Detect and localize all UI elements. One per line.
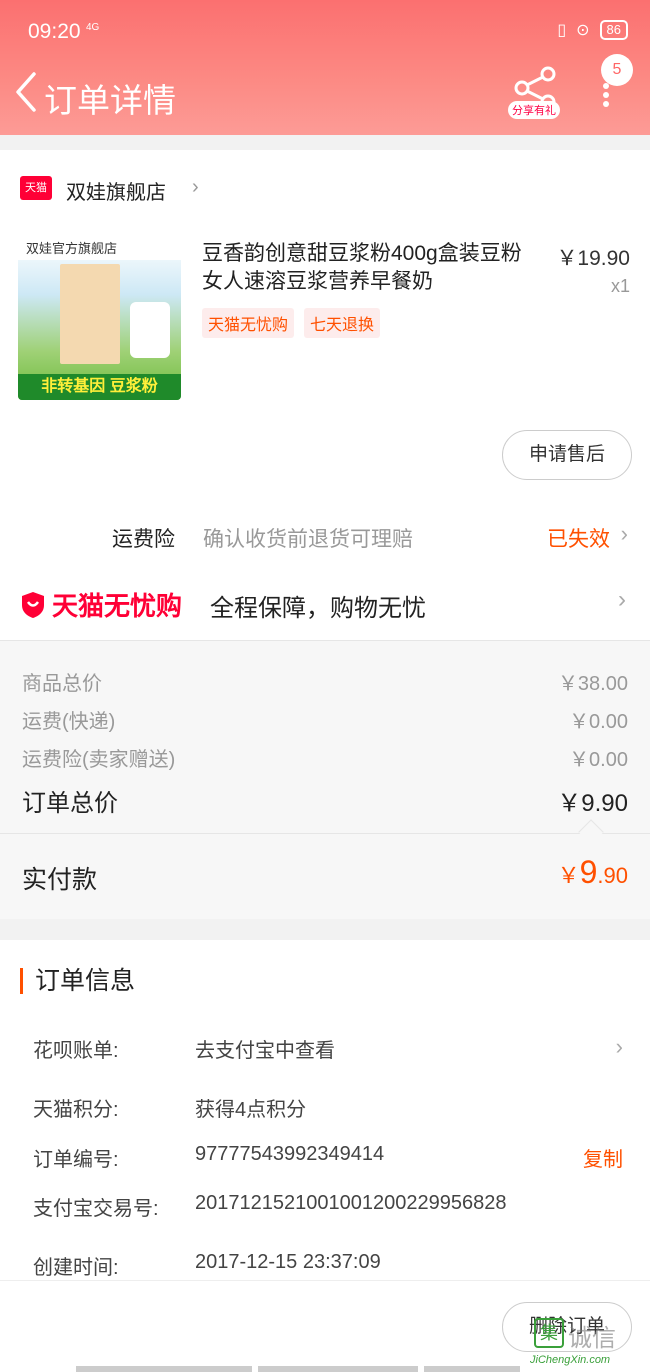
info-label: 支付宝交易号:: [33, 1198, 159, 1220]
order-total-label: 订单总价: [22, 790, 118, 817]
info-value[interactable]: 去支付宝中查看: [195, 1034, 335, 1063]
watermark-text: 诚信: [568, 1325, 616, 1352]
watermark-logo: 集: [534, 1318, 564, 1348]
chevron-right-icon[interactable]: ›: [621, 521, 628, 547]
product-price: ￥19.90: [556, 247, 630, 270]
paid-currency: ￥: [557, 863, 580, 888]
order-total-value: ￥9.90: [557, 790, 628, 817]
product-card: 天猫 双娃旗舰店 › 双娃官方旗舰店 非转基因 豆浆粉 豆香韵创意甜豆浆粉400…: [0, 150, 650, 640]
info-value: 97777543992349414: [195, 1143, 385, 1165]
battery-indicator: 86: [599, 20, 628, 40]
app-header: 09:20 4G ▯ ⊙ 86 订单详情 分享有礼 5: [0, 0, 650, 135]
order-info-title: 订单信息: [20, 968, 135, 994]
summary-row: 商品总价 ￥38.00: [22, 667, 628, 696]
shop-name[interactable]: 双娃旗舰店: [66, 176, 166, 205]
nav-hint-bar: [424, 1366, 520, 1372]
paid-integer: 9: [579, 854, 598, 890]
summary-label: 商品总价: [22, 673, 102, 695]
info-label: 花呗账单:: [33, 1040, 119, 1062]
product-image-header: 双娃官方旗舰店: [18, 238, 181, 260]
price-summary: 商品总价 ￥38.00 运费(快递) ￥0.00 运费险(卖家赠送) ￥0.00…: [0, 640, 650, 919]
back-arrow-icon[interactable]: [12, 70, 42, 114]
shipping-insurance-status[interactable]: 已失效: [547, 523, 610, 553]
nav-hint-bar: [258, 1366, 418, 1372]
product-cup-graphic: [130, 302, 170, 358]
paid-value: ￥9.90: [558, 854, 628, 891]
product-tags: 天猫无忧购 七天退换: [202, 308, 381, 338]
page-title: 订单详情: [44, 82, 176, 119]
watermark-url: JiChengXin.com: [530, 1354, 611, 1366]
copy-button[interactable]: 复制: [583, 1143, 623, 1172]
product-quantity: x1: [610, 276, 630, 296]
chevron-right-icon[interactable]: ›: [192, 176, 199, 199]
order-info-card: 订单信息 花呗账单: 去支付宝中查看 › 天猫积分: 获得4点积分 订单编号: …: [0, 940, 650, 1280]
summary-value: ￥0.00: [569, 749, 628, 771]
status-time: 09:20: [28, 20, 81, 43]
vibrate-icon: ▯: [557, 22, 567, 39]
paid-row: 实付款 ￥9.90: [0, 834, 650, 919]
product-title[interactable]: 豆香韵创意甜豆浆粉400g盒装豆粉女人速溶豆浆营养早餐奶: [202, 240, 532, 296]
nav-hint-bar: [76, 1366, 252, 1372]
worry-free-logo[interactable]: 天猫无忧购: [20, 586, 182, 623]
product-image[interactable]: 双娃官方旗舰店 非转基因 豆浆粉: [18, 238, 181, 400]
info-label: 天猫积分:: [33, 1099, 119, 1121]
worry-free-logo-text: 天猫无忧购: [52, 591, 183, 621]
summary-value: ￥38.00: [557, 673, 628, 695]
paid-decimal: .90: [597, 863, 628, 888]
info-value: 2017121521001001200229956828: [195, 1192, 507, 1214]
tmall-shop-icon: 天猫: [20, 176, 52, 200]
message-badge: 5: [601, 54, 633, 86]
share-label[interactable]: 分享有礼: [508, 101, 560, 119]
chevron-right-icon[interactable]: ›: [616, 1034, 623, 1060]
tag-worry-free: 天猫无忧购: [202, 308, 295, 338]
chevron-right-icon[interactable]: ›: [618, 586, 626, 614]
tag-seven-day-return: 七天退换: [304, 308, 381, 338]
paid-label: 实付款: [22, 866, 98, 894]
product-image-footer: 非转基因 豆浆粉: [18, 374, 181, 400]
lock-icon: ⊙: [576, 22, 590, 39]
product-box-graphic: [60, 264, 120, 364]
info-value: 获得4点积分: [195, 1099, 307, 1121]
summary-row: 运费(快递) ￥0.00: [22, 705, 628, 734]
shield-icon: [22, 591, 44, 618]
order-total-row: 订单总价 ￥9.90: [22, 783, 628, 818]
status-icons: ▯ ⊙ 86: [557, 20, 628, 40]
shipping-insurance-desc: 确认收货前退货可理赔: [203, 528, 413, 551]
info-label: 创建时间:: [33, 1257, 119, 1279]
status-signal: 4G: [86, 22, 100, 33]
shipping-insurance-label: 运费险: [112, 528, 175, 551]
summary-label: 运费(快递): [22, 711, 116, 733]
info-label: 订单编号:: [33, 1149, 119, 1171]
summary-row: 运费险(卖家赠送) ￥0.00: [22, 743, 628, 772]
summary-label: 运费险(卖家赠送): [22, 749, 176, 771]
worry-free-desc[interactable]: 全程保障，购物无忧: [210, 588, 426, 623]
info-value: 2017-12-15 23:37:09: [195, 1251, 381, 1273]
summary-value: ￥0.00: [569, 711, 628, 733]
apply-aftersale-button[interactable]: 申请售后: [502, 430, 632, 480]
